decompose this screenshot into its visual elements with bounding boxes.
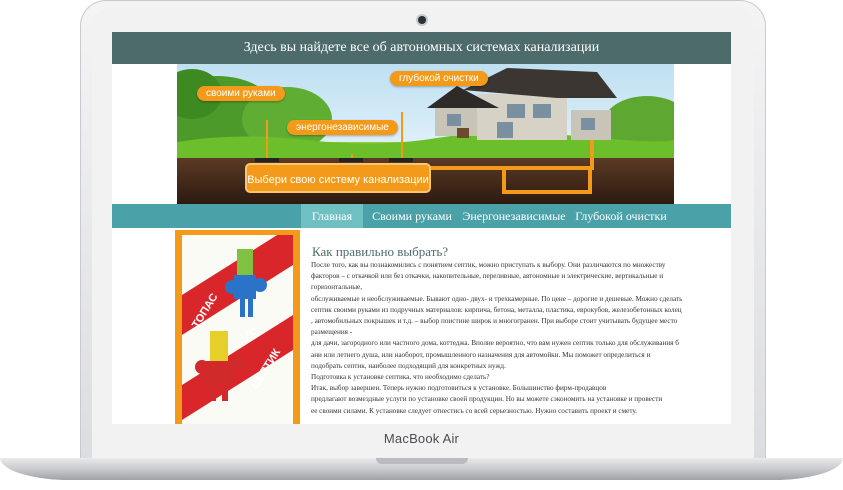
article-line: септик своими руками из подручных матери… <box>311 305 682 314</box>
banner-callout-diy: своими руками <box>197 86 285 101</box>
banner-illustration: своими руками глубокой очистки энергонез… <box>177 64 674 204</box>
article-line: факторов – с откачкой или без откачки, н… <box>311 272 664 281</box>
banner-callout-deep-cleaning: глубокой очистки <box>390 71 488 86</box>
banner-callout-energy-independent: энергонезависимые <box>287 120 398 135</box>
nav-item-diy[interactable]: Своими руками <box>363 204 461 228</box>
article-line: ани или летнего душа, или наоборот, пром… <box>311 350 651 359</box>
banner-cta-button[interactable]: Выбери свою систему канализации <box>245 163 431 193</box>
site-header: Здесь вы найдете все об автономных систе… <box>112 32 731 64</box>
screen: Здесь вы найдете все об автономных систе… <box>112 32 731 424</box>
article-line: обслуживаемые и необслуживаемые. Бывают … <box>311 294 683 303</box>
laptop-notch <box>376 458 468 464</box>
sidebar: ТОПАС VS СЕПТИК <box>175 230 300 424</box>
article-line: ее своими силами. К установке следует от… <box>311 406 638 415</box>
article-line: предлагают возмездные услуги по установк… <box>311 395 663 404</box>
article-body: После того, как вы познакомились с понят… <box>311 260 721 417</box>
article-line: После того, как вы познакомились с понят… <box>311 261 666 269</box>
main-nav: Главная Своими руками Энергонезависимые … <box>112 204 731 228</box>
nav-item-energy-independent[interactable]: Энергонезависимые <box>461 204 567 228</box>
article-line: горизонтальные, <box>311 283 363 292</box>
article-line: размещения - <box>311 328 353 337</box>
nav-item-deep-cleaning[interactable]: Глубокой очистки <box>571 204 671 228</box>
article-line: подобрать септик, наиболее подходящий дл… <box>311 361 506 370</box>
article: Как правильно выбрать? После того, как в… <box>311 230 721 424</box>
camera-icon <box>418 16 426 24</box>
nav-item-home[interactable]: Главная <box>301 204 363 228</box>
sidebar-promo-banner[interactable]: ТОПАС VS СЕПТИК <box>182 235 293 424</box>
article-line: для дачи, загородного или частного дома,… <box>311 339 679 348</box>
article-line: , автомобильных покрышек и т.д. – выбор … <box>311 317 678 326</box>
device-brand-label: MacBook Air <box>383 431 460 446</box>
article-line: Подготовка к установке септика, что необ… <box>311 373 490 382</box>
article-line: Итак, выбор завершен. Теперь нужно подго… <box>311 384 607 393</box>
article-title: Как правильно выбрать? <box>312 244 449 259</box>
